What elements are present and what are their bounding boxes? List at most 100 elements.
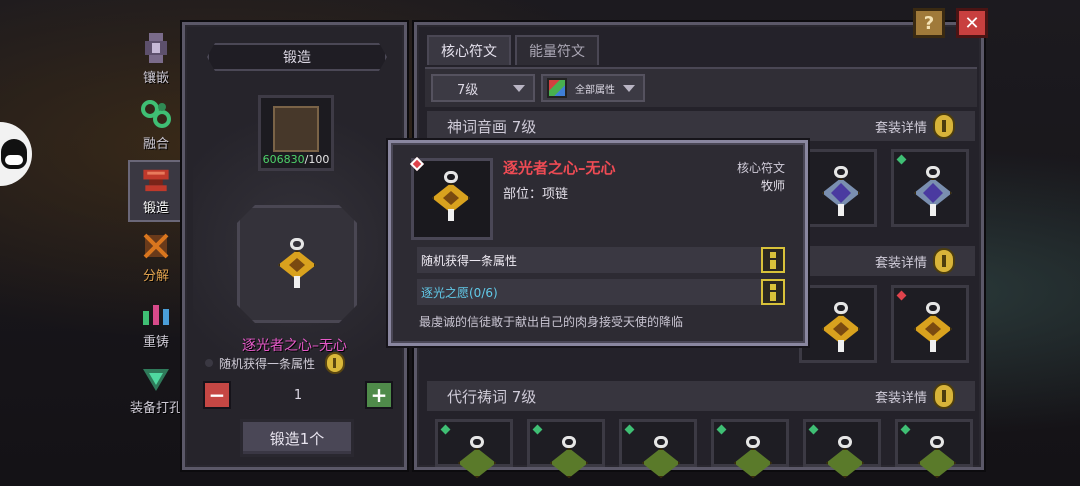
chevron-down-icon [513,84,525,92]
tooltip-attribute-text: 随机获得一条属性 [421,253,518,268]
set-detail-label: 套装详情 [874,120,927,136]
rune-slot[interactable] [799,149,877,227]
tab-forge[interactable]: 锻造 [128,160,184,222]
rune-necklace-icon [824,436,864,482]
tooltip-item-slot-type: 部位：项链 [503,187,569,202]
rune-slot[interactable] [619,419,697,478]
tooltip-set-row: 逐光之愿(0/6) [417,279,785,305]
level-dropdown[interactable]: 7级 [431,74,535,102]
tooltip-item-name: 逐光者之心–无心 [503,159,616,177]
tooltip-set-text: 逐光之愿(0/6) [421,285,498,300]
bullet-icon [205,359,213,367]
rune-necklace-icon [912,166,952,216]
tab-label: 锻造 [142,201,169,216]
attribute-dropdown-value: 全部属性 [575,84,615,96]
attribute-swatch-icon [547,78,567,98]
rune-slot[interactable] [803,419,881,478]
filter-bar: 7级 全部属性 [425,67,977,107]
rune-necklace-icon [276,238,320,288]
rarity-marker [532,424,543,435]
rarity-marker [896,154,907,165]
anvil-icon [143,169,169,192]
set-title: 神词音画 7级 [447,117,537,136]
tab-recast[interactable]: 重铸 [128,292,184,354]
rune-slot[interactable] [435,419,513,478]
rune-slot[interactable] [527,419,605,478]
recast-icon [143,305,169,325]
rune-necklace-icon [820,302,860,352]
forge-result-slot[interactable] [237,205,357,323]
qq-penguin-icon [1,139,27,169]
tab-energy-runes[interactable]: 能量符文 [515,35,599,65]
rune-tabs: 核心符文 能量符文 [427,35,603,65]
rarity-marker [896,290,907,301]
tab-socket[interactable]: 镶嵌 [128,28,184,90]
material-need: /100 [304,153,330,166]
rune-necklace-icon [916,436,956,482]
decompose-icon [143,233,169,259]
rune-necklace-icon [456,436,496,482]
decrease-button[interactable]: − [203,381,231,409]
info-coin-icon [933,383,955,409]
chevron-down-icon [623,84,635,92]
fusion-icon [141,100,171,128]
material-count: 606830/100 [261,153,331,166]
tab-drill[interactable]: 装备打孔 [128,358,184,420]
forge-title: 锻造 [207,43,387,71]
rune-slot[interactable] [799,285,877,363]
info-icon[interactable] [761,279,785,305]
rune-necklace-icon [640,436,680,482]
set-title: 代行祷词 7级 [447,387,537,406]
material-slot[interactable]: 606830/100 [258,95,334,171]
drill-icon [143,369,169,391]
tab-label: 装备打孔 [129,401,182,416]
tab-label: 融合 [142,137,169,152]
attribute-dropdown[interactable]: 全部属性 [541,74,645,102]
help-button[interactable]: ? [913,8,945,38]
set-detail-button[interactable]: 套装详情 [875,248,955,274]
rune-slot[interactable] [891,285,969,363]
tab-label: 重铸 [142,335,169,350]
forge-attribute-text: 随机获得一条属性 [219,356,316,371]
set-detail-label: 套装详情 [874,255,927,271]
level-dropdown-value: 7级 [457,82,479,98]
material-have: 606830 [262,153,305,166]
rarity-marker [440,424,451,435]
rarity-marker [716,424,727,435]
tooltip-description: 最虔诚的信徒敢于献出自己的肉身接受天使的降临 [419,315,684,329]
info-coin-icon [933,248,955,274]
info-icon[interactable] [761,247,785,273]
rune-necklace-icon [820,166,860,216]
rune-necklace-icon [732,436,772,482]
forge-panel: 锻造 606830/100 逐光者之心–无心 随机获得一条属性 − 1 + 锻造… [182,22,407,470]
tooltip-item-slot [409,156,493,240]
info-coin-icon [933,113,955,139]
tab-decompose[interactable]: 分解 [128,226,184,288]
rarity-marker [808,424,819,435]
close-button[interactable]: ✕ [956,8,988,38]
rune-slot[interactable] [711,419,789,478]
set-header: 代行祷词 7级 套装详情 [427,381,975,411]
function-tabs: 镶嵌 融合 锻造 分解 重铸 装备打孔 [128,28,186,424]
rune-slot[interactable] [895,419,973,478]
set-header: 神词音画 7级 套装详情 [427,111,975,141]
material-icon [273,106,319,152]
set-detail-button[interactable]: 套装详情 [875,383,955,409]
increase-button[interactable]: + [365,381,393,409]
rune-necklace-icon [912,302,952,352]
set-detail-label: 套装详情 [874,390,927,406]
forge-button[interactable]: 锻造1个 [240,419,354,457]
tab-fusion[interactable]: 融合 [128,94,184,156]
socket-icon [145,33,167,63]
quantity-value: 1 [293,387,303,403]
tab-core-runes[interactable]: 核心符文 [427,35,511,65]
rune-necklace-icon [430,171,474,227]
qq-float-button[interactable] [0,122,32,186]
lock-coin-icon[interactable] [325,352,346,374]
forge-attribute-row: 随机获得一条属性 [205,351,389,375]
tab-label: 分解 [142,269,169,284]
tab-label: 镶嵌 [142,71,169,86]
rarity-marker [624,424,635,435]
set-detail-button[interactable]: 套装详情 [875,113,955,139]
rune-slot[interactable] [891,149,969,227]
